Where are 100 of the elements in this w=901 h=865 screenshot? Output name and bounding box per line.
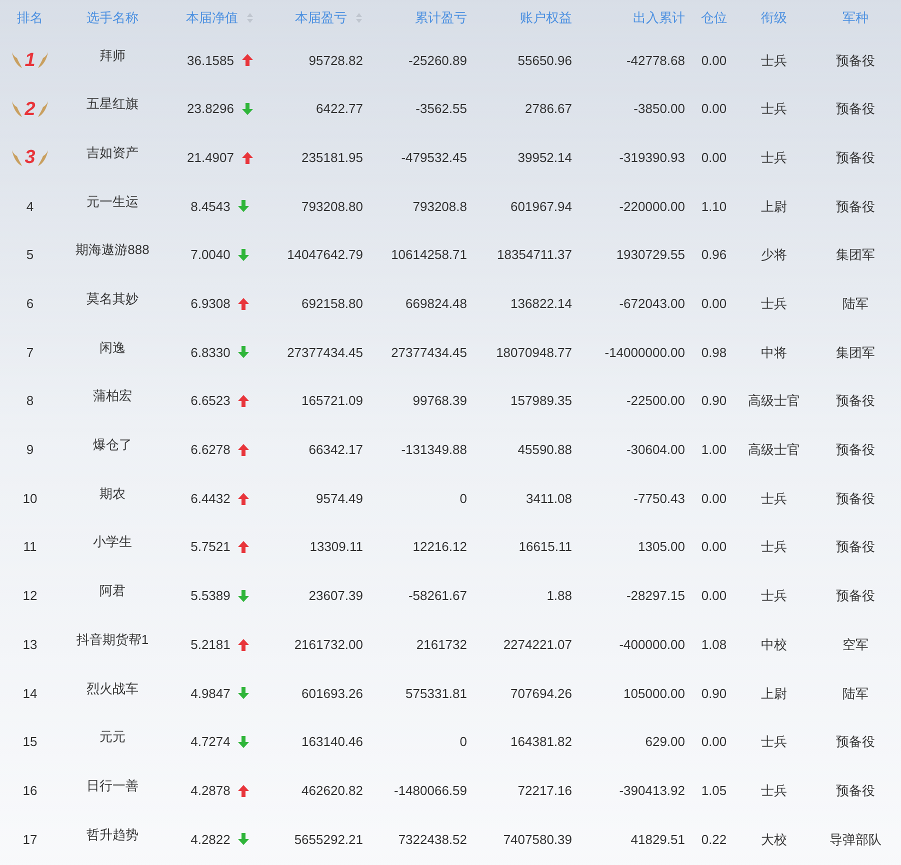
equity: 2274221.07 [503,636,572,654]
flow: 105000.00 [624,684,685,703]
equity: 164381.82 [510,733,572,752]
branch: 导弹部队 [830,830,882,849]
position: 0.98 [701,344,727,362]
equity: 136822.14 [510,295,572,314]
profit: 27377434.45 [287,344,363,362]
profit: 235181.95 [302,148,363,167]
profit: 692158.80 [302,295,363,314]
flow: 1930729.55 [616,246,685,264]
player-name[interactable]: 哲升趋势 [86,824,138,844]
player-name[interactable]: 日行一善 [86,776,138,796]
rank-number: 8 [26,392,34,410]
position: 0.00 [701,295,727,314]
rank-number: 15 [22,733,38,752]
flow: -390413.92 [619,782,685,800]
grade: 高级士官 [748,392,800,410]
flow: -14000000.00 [604,344,685,362]
rank-number: 6 [26,295,34,314]
player-name[interactable]: 元元 [100,727,126,747]
position: 0.00 [701,490,727,508]
total-profit: -58261.67 [408,587,467,606]
player-name[interactable]: 爆仓了 [93,435,132,455]
player-name[interactable]: 闲逸 [100,338,126,358]
profit: 601693.26 [302,684,363,703]
grade: 士兵 [761,733,787,752]
branch: 陆军 [842,295,868,314]
net-value: 7.0040 [190,246,230,264]
laurel-wing-icon [37,148,50,167]
rank-number: 17 [22,830,38,849]
grade: 士兵 [761,490,787,508]
branch: 集团军 [836,246,875,264]
net-value: 21.4907 [187,148,234,167]
net-value: 6.4432 [190,490,230,508]
column-header: 累计盈亏 [415,9,467,28]
grade: 中校 [761,636,787,654]
column-header: 军种 [842,9,868,28]
position: 0.00 [701,52,727,70]
equity: 601967.94 [510,198,572,216]
equity: 707694.26 [510,684,572,703]
player-name[interactable]: 抖音期货帮1 [76,630,149,650]
column-header: 排名 [17,9,43,28]
total-profit: -1480066.59 [394,782,467,800]
profit: 9574.49 [316,490,363,508]
flow: -22500.00 [626,392,685,410]
equity: 7407580.39 [503,830,572,849]
rank-number: 10 [22,490,38,508]
profit: 793208.80 [302,198,363,216]
player-name[interactable]: 拜师 [100,46,126,66]
player-name[interactable]: 莫名其妙 [86,289,138,309]
rank-number: 13 [22,636,38,654]
player-name[interactable]: 蒲柏宏 [93,386,132,406]
net-value: 6.8330 [190,344,230,362]
player-name[interactable]: 阿君 [100,581,126,601]
total-profit: 7322438.52 [398,830,467,849]
grade: 士兵 [761,52,787,70]
profit: 95728.82 [308,52,363,70]
player-name[interactable]: 五星红旗 [86,94,138,114]
total-profit: -131349.88 [401,441,467,460]
rank-number: 5 [26,246,34,264]
position: 0.00 [701,587,727,606]
grade: 士兵 [761,538,787,556]
total-profit: 0 [460,733,467,752]
position: 0.96 [701,246,727,264]
equity: 18070948.77 [496,344,572,362]
rank-number: 14 [22,684,38,703]
position: 1.08 [701,636,727,654]
net-value: 8.4543 [190,198,230,216]
player-name[interactable]: 小学生 [93,532,132,552]
total-profit: -25260.89 [408,52,467,70]
equity: 16615.11 [518,538,572,556]
sort-icon[interactable] [355,12,363,24]
flow: -30604.00 [626,441,685,460]
rank-number: 7 [26,344,34,362]
branch: 预备役 [836,587,875,606]
equity: 18354711.37 [497,246,572,264]
total-profit: 99768.39 [412,392,467,410]
player-name[interactable]: 吉如资产 [86,142,138,162]
total-profit: 669824.48 [406,295,467,314]
position: 1.00 [701,441,727,460]
flow: -42778.68 [626,52,685,70]
player-name[interactable]: 烈火战车 [86,678,138,698]
player-name[interactable]: 元一生运 [86,192,138,212]
position: 1.10 [701,198,727,216]
rank-number: 11 [23,538,37,556]
grade: 士兵 [761,782,787,800]
column-header: 衔级 [761,9,787,28]
branch: 预备役 [836,441,875,460]
sort-icon[interactable] [246,12,254,24]
player-name[interactable]: 期海遨游888 [76,240,150,260]
branch: 预备役 [836,100,875,118]
grade: 士兵 [761,148,787,167]
grade: 大校 [761,830,787,849]
player-name[interactable]: 期农 [100,484,126,504]
grade: 上尉 [761,684,787,703]
grade: 士兵 [761,295,787,314]
equity: 39952.14 [518,148,572,167]
total-profit: 12216.12 [412,538,467,556]
total-profit: 27377434.45 [391,344,467,362]
branch: 陆军 [842,684,868,703]
